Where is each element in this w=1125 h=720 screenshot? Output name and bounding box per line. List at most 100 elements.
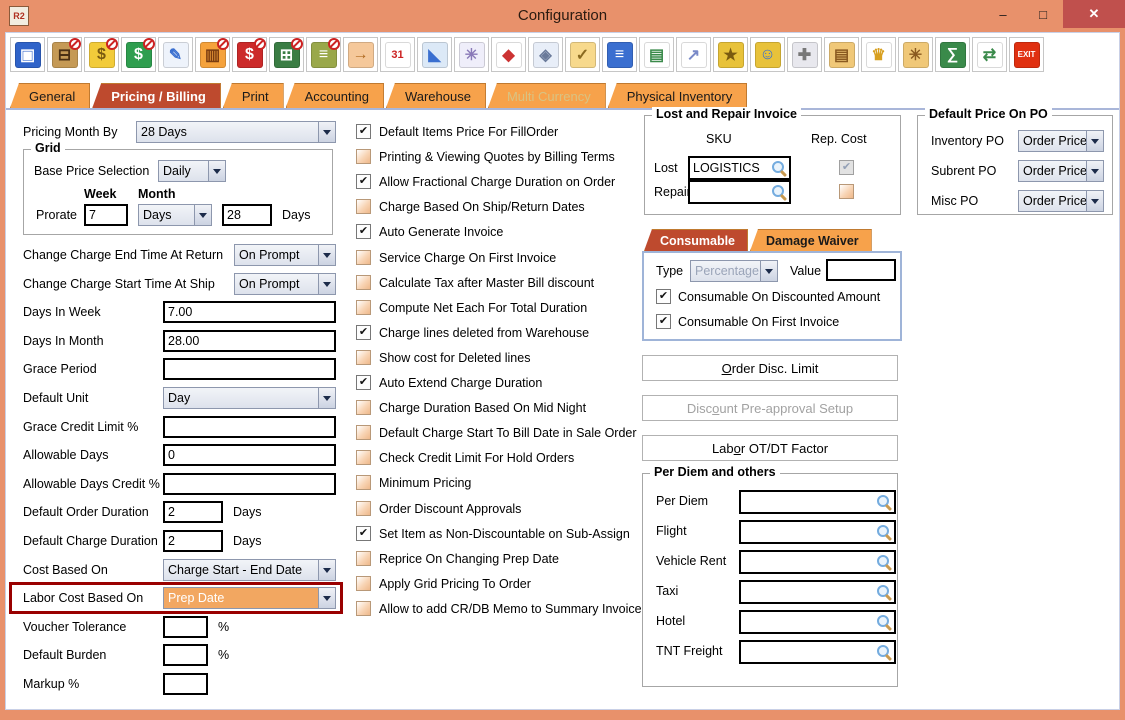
type-select[interactable]: Percentage (690, 260, 778, 282)
search-icon[interactable] (771, 184, 787, 200)
inventory-po-select[interactable]: Order Price (1018, 130, 1104, 152)
repair-sku-field[interactable] (688, 180, 791, 204)
chevron-down-icon[interactable] (318, 122, 335, 142)
per-diem-input[interactable] (741, 495, 876, 509)
prorate-week-input[interactable] (84, 204, 128, 226)
toolbar-invoice-button[interactable]: $ (121, 37, 156, 72)
default-order-duration-input[interactable] (163, 501, 223, 523)
flight-input[interactable] (741, 525, 876, 539)
lost-sku-input[interactable] (690, 161, 771, 175)
days-in-week-input[interactable] (163, 301, 336, 323)
search-icon[interactable] (876, 614, 892, 630)
tab-warehouse[interactable]: Warehouse (386, 83, 486, 108)
lost-sku-field[interactable] (688, 156, 791, 180)
chevron-down-icon[interactable] (318, 388, 335, 408)
lost-rep-cost-checkbox[interactable]: ✔ (839, 160, 854, 175)
consumable-on-discounted-amount-checkbox[interactable]: ✔ (656, 289, 671, 304)
toolbar-calculator-settings-button[interactable]: ∑ (935, 37, 970, 72)
pricing-month-by-select[interactable]: 28 Days (136, 121, 336, 143)
search-icon[interactable] (876, 494, 892, 510)
labor-ot-dt-factor-button[interactable]: Labor OT/DT Factor (642, 435, 898, 461)
prorate-month-input[interactable] (222, 204, 272, 226)
toolbar-numeric-display-button[interactable]: ≡ (602, 37, 637, 72)
tnt-freight-field[interactable] (739, 640, 896, 664)
prorate-month-unit-select[interactable]: Days (138, 204, 212, 226)
toolbar-shipping-order-button[interactable]: ⊟ (47, 37, 82, 72)
tab-general[interactable]: General (10, 83, 90, 108)
minimum-pricing-checkbox[interactable] (356, 475, 371, 490)
tab-pricing-billing[interactable]: Pricing / Billing (92, 83, 221, 108)
charge-lines-deleted-from-warehouse-checkbox[interactable]: ✔ (356, 325, 371, 340)
discount-pre-approval-setup-button[interactable]: Discount Pre-approval Setup (642, 395, 898, 421)
flight-field[interactable] (739, 520, 896, 544)
chevron-down-icon[interactable] (194, 205, 211, 225)
auto-extend-charge-duration-checkbox[interactable]: ✔ (356, 375, 371, 390)
chevron-down-icon[interactable] (318, 274, 335, 294)
toolbar-payment-button[interactable]: $ (232, 37, 267, 72)
value-input[interactable] (826, 259, 896, 281)
toolbar-settings-gears-button[interactable]: ✳ (454, 37, 489, 72)
hotel-field[interactable] (739, 610, 896, 634)
toolbar-set-square-button[interactable]: ◣ (417, 37, 452, 72)
toolbar-price-grid-button[interactable]: ⊞ (269, 37, 304, 72)
toolbar-receive-item-button[interactable]: → (343, 37, 378, 72)
toolbar-folder-verify-button[interactable]: ✓ (565, 37, 600, 72)
set-item-as-non-discountable-on-sub-assign-checkbox[interactable]: ✔ (356, 526, 371, 541)
search-icon[interactable] (876, 584, 892, 600)
check-credit-limit-for-hold-orders-checkbox[interactable] (356, 450, 371, 465)
subrent-po-select[interactable]: Order Price (1018, 160, 1104, 182)
default-unit-select[interactable]: Day (163, 387, 336, 409)
taxi-field[interactable] (739, 580, 896, 604)
vehicle-rent-field[interactable] (739, 550, 896, 574)
toolbar-exit-button[interactable]: EXIT (1009, 37, 1044, 72)
consumable-on-first-invoice-checkbox[interactable]: ✔ (656, 314, 671, 329)
search-icon[interactable] (876, 524, 892, 540)
order-disc-limit-button[interactable]: Order Disc. Limit (642, 355, 898, 381)
toolbar-price-tag-settings-button[interactable]: ◈ (528, 37, 563, 72)
tnt-freight-input[interactable] (741, 645, 876, 659)
markup-input[interactable] (163, 673, 208, 695)
toolbar-folder-settings-button[interactable]: ✳ (898, 37, 933, 72)
minimize-button[interactable]: – (983, 0, 1023, 28)
chevron-down-icon[interactable] (318, 588, 335, 608)
repair-sku-input[interactable] (690, 185, 771, 199)
toolbar-order-form-button[interactable]: ▥ (195, 37, 230, 72)
search-icon[interactable] (876, 554, 892, 570)
repair-rep-cost-checkbox[interactable] (839, 184, 854, 199)
toolbar-security-user-button[interactable]: ☺ (750, 37, 785, 72)
allow-to-add-cr-db-memo-to-summary-invoice-checkbox[interactable] (356, 601, 371, 616)
compute-net-each-for-total-duration-checkbox[interactable] (356, 300, 371, 315)
tab-physical-inventory[interactable]: Physical Inventory (608, 83, 748, 108)
toolbar-ledger-button[interactable]: ≡ (306, 37, 341, 72)
chevron-down-icon[interactable] (1086, 191, 1103, 211)
allowable-days-input[interactable] (163, 444, 336, 466)
tab-multi-currency[interactable]: Multi Currency (488, 83, 606, 108)
tab-consumable[interactable]: Consumable (644, 229, 748, 251)
hotel-input[interactable] (741, 615, 876, 629)
tab-print[interactable]: Print (223, 83, 284, 108)
toolbar-transfer-form-button[interactable]: ⇄ (972, 37, 1007, 72)
charge-duration-based-on-mid-night-checkbox[interactable] (356, 400, 371, 415)
order-discount-approvals-checkbox[interactable] (356, 501, 371, 516)
base-price-selection-select[interactable]: Daily (158, 160, 226, 182)
chevron-down-icon[interactable] (1086, 131, 1103, 151)
toolbar-save-button[interactable]: ▣ (10, 37, 45, 72)
chevron-down-icon[interactable] (318, 560, 335, 580)
default-burden-input[interactable] (163, 644, 208, 666)
default-items-price-for-fillorder-checkbox[interactable]: ✔ (356, 124, 371, 139)
change-charge-start-time-at-ship-select[interactable]: On Prompt (234, 273, 336, 295)
change-charge-end-time-at-return-select[interactable]: On Prompt (234, 244, 336, 266)
default-charge-duration-input[interactable] (163, 530, 223, 552)
tab-damage-waiver[interactable]: Damage Waiver (750, 229, 872, 251)
grace-credit-limit-input[interactable] (163, 416, 336, 438)
cost-based-on-select[interactable]: Charge Start - End Date (163, 559, 336, 581)
toolbar-schedule-calendar-button[interactable]: 31 (380, 37, 415, 72)
printing-viewing-quotes-by-billing-terms-checkbox[interactable] (356, 149, 371, 164)
taxi-input[interactable] (741, 585, 876, 599)
toolbar-document-forward-button[interactable]: ↗ (676, 37, 711, 72)
per-diem-field[interactable] (739, 490, 896, 514)
tab-accounting[interactable]: Accounting (286, 83, 384, 108)
misc-po-select[interactable]: Order Price (1018, 190, 1104, 212)
vehicle-rent-input[interactable] (741, 555, 876, 569)
labor-cost-based-on-select[interactable]: Prep Date (163, 587, 336, 609)
